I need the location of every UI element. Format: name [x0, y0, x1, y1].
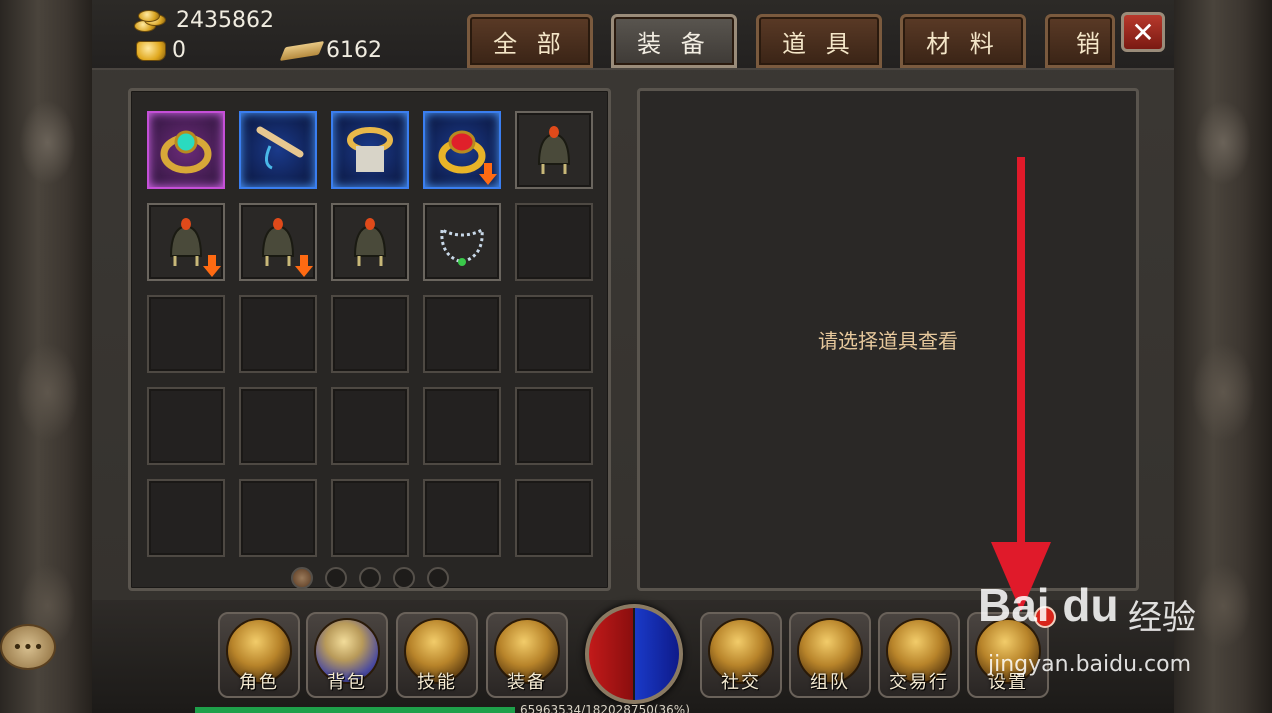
inventory-slot[interactable] — [147, 203, 225, 281]
tab-materials-label: 材 料 — [926, 29, 1000, 58]
inventory-grid — [147, 111, 593, 557]
left-decorative-frame — [0, 0, 95, 713]
inventory-slot[interactable] — [423, 203, 501, 281]
annotation-arrow-line — [1017, 157, 1025, 557]
nav-auction-button[interactable]: 交易行 — [878, 612, 960, 698]
watermark-url: jingyan.baidu.com — [988, 652, 1192, 677]
inventory-slot-empty[interactable] — [515, 203, 593, 281]
tab-equipment[interactable]: 装 备 — [611, 14, 737, 68]
downgrade-arrow-icon — [203, 255, 221, 277]
inventory-slot-empty[interactable] — [147, 295, 225, 373]
inventory-slot-empty[interactable] — [423, 387, 501, 465]
inventory-slot[interactable] — [331, 111, 409, 189]
page-dot-4[interactable] — [393, 567, 415, 589]
inventory-slot[interactable] — [515, 111, 593, 189]
tab-sell[interactable]: 销 — [1045, 14, 1115, 68]
inventory-slot[interactable] — [239, 203, 317, 281]
inventory-slot-empty[interactable] — [331, 387, 409, 465]
inventory-slot-empty[interactable] — [331, 295, 409, 373]
ingot-amount: 0 — [172, 38, 186, 63]
tab-all[interactable]: 全 部 — [467, 14, 593, 68]
tab-items[interactable]: 道 具 — [756, 14, 882, 68]
scroll-icon — [279, 40, 325, 61]
necklace-icon — [440, 227, 484, 266]
helmet-icon — [537, 126, 571, 174]
inventory-slot-empty[interactable] — [423, 295, 501, 373]
tab-equipment-label: 装 备 — [637, 29, 711, 58]
baidu-watermark: Bai du 经验 jingyan.baidu.com — [978, 578, 1228, 698]
nav-auction-label: 交易行 — [889, 672, 949, 693]
inventory-panel — [128, 88, 611, 591]
nav-bag-button[interactable]: 背包 — [306, 612, 388, 698]
helmet-icon — [353, 218, 387, 266]
tab-sell-label: 销 — [1076, 29, 1106, 58]
exp-bar — [195, 707, 515, 713]
inventory-slot-empty[interactable] — [331, 479, 409, 557]
page-dot-5[interactable] — [427, 567, 449, 589]
tab-all-label: 全 部 — [493, 29, 567, 58]
scroll-currency: 6162 — [279, 38, 382, 63]
nav-character-button[interactable]: 角色 — [218, 612, 300, 698]
select-item-hint: 请选择道具查看 — [818, 329, 958, 353]
purple-ring-icon — [160, 130, 212, 174]
gold-currency: 2435862 — [130, 8, 274, 33]
scroll-amount: 6162 — [326, 38, 382, 63]
page-indicator — [291, 567, 449, 589]
gold-coins-icon — [130, 9, 170, 32]
nav-skill-button[interactable]: 技能 — [396, 612, 478, 698]
nav-skill-label: 技能 — [417, 672, 457, 693]
gold-amount: 2435862 — [176, 8, 274, 33]
downgrade-arrow-icon — [295, 255, 313, 277]
inventory-slot-empty[interactable] — [239, 295, 317, 373]
close-button[interactable]: ✕ — [1121, 12, 1165, 52]
tab-materials[interactable]: 材 料 — [900, 14, 1026, 68]
close-icon: ✕ — [1131, 15, 1155, 49]
tab-items-label: 道 具 — [782, 29, 856, 58]
chat-button[interactable]: ••• — [0, 624, 56, 670]
nav-team-button[interactable]: 组队 — [789, 612, 871, 698]
nav-bag-label: 背包 — [327, 672, 367, 693]
nav-social-button[interactable]: 社交 — [700, 612, 782, 698]
chat-bubble-icon: ••• — [12, 636, 44, 658]
exp-text: 65963534/182028750(36%) — [520, 703, 690, 713]
inventory-slot[interactable] — [423, 111, 501, 189]
inventory-slot-empty[interactable] — [423, 479, 501, 557]
inventory-slot-empty[interactable] — [147, 479, 225, 557]
page-dot-2[interactable] — [325, 567, 347, 589]
inventory-slot-empty[interactable] — [239, 387, 317, 465]
nav-character-label: 角色 — [239, 672, 279, 693]
bracelet-icon — [347, 127, 393, 172]
page-dot-1[interactable] — [291, 567, 313, 589]
page-dot-3[interactable] — [359, 567, 381, 589]
nav-team-label: 组队 — [810, 672, 850, 693]
nav-social-label: 社交 — [721, 672, 761, 693]
inventory-slot-empty[interactable] — [515, 387, 593, 465]
inventory-slot[interactable] — [331, 203, 409, 281]
item-detail-panel: 请选择道具查看 — [637, 88, 1139, 591]
nav-equipment-button[interactable]: 装备 — [486, 612, 568, 698]
ingot-currency: 0 — [136, 38, 186, 63]
inventory-slot[interactable] — [147, 111, 225, 189]
inventory-slot-empty[interactable] — [147, 387, 225, 465]
nav-equipment-label: 装备 — [507, 672, 547, 693]
gold-ingot-icon — [136, 40, 166, 61]
jingyan-brand: 经验 — [1128, 598, 1196, 638]
inventory-slot[interactable] — [239, 111, 317, 189]
flute-icon — [256, 126, 304, 170]
inventory-slot-empty[interactable] — [515, 295, 593, 373]
hp-mp-orb — [585, 604, 683, 704]
inventory-slot-empty[interactable] — [239, 479, 317, 557]
downgrade-arrow-icon — [479, 163, 497, 185]
baidu-logo: Bai du — [978, 579, 1119, 631]
inventory-slot-empty[interactable] — [515, 479, 593, 557]
